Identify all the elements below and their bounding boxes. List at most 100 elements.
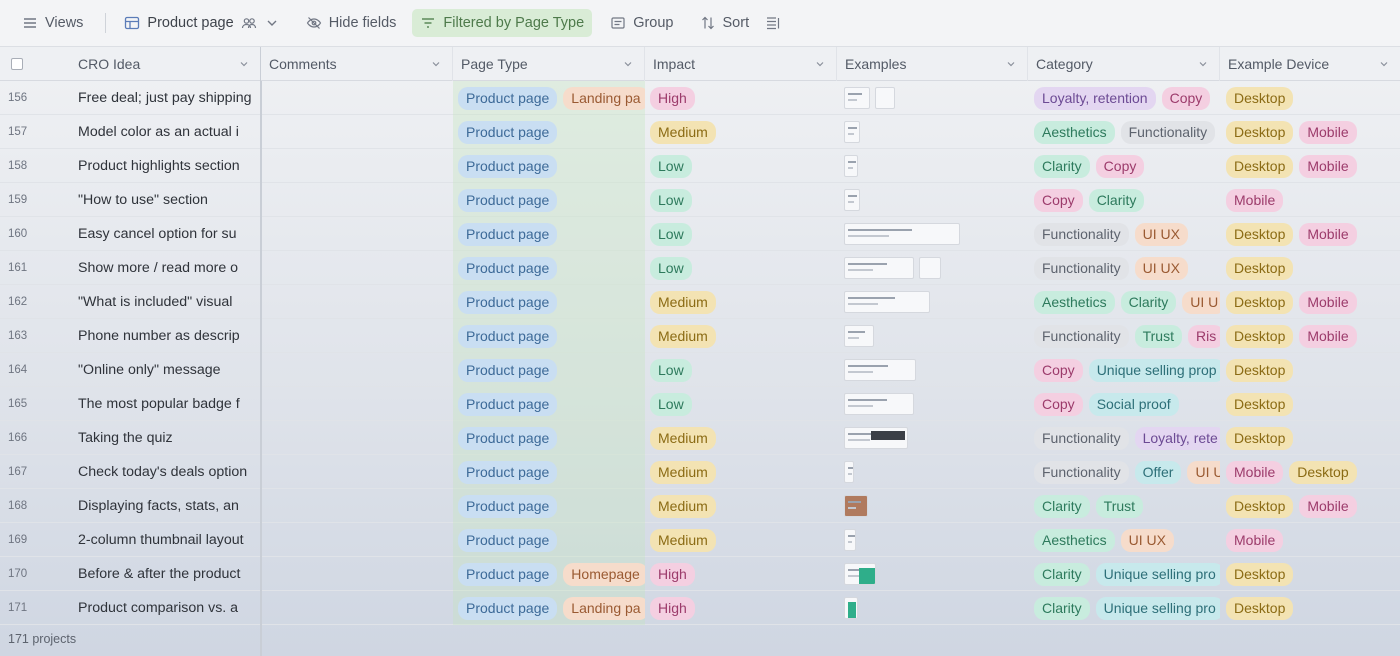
cro-idea-cell[interactable]: Show more / read more o — [70, 251, 261, 285]
example-thumbnail[interactable] — [844, 257, 914, 279]
examples-cell[interactable] — [837, 557, 1028, 591]
column-header-example-device[interactable]: Example Device — [1220, 47, 1400, 81]
page-type-cell[interactable]: Product page — [453, 387, 645, 421]
impact-cell[interactable]: High — [645, 557, 837, 591]
example-device-cell[interactable]: Desktop Mobile — [1220, 489, 1400, 523]
chevron-down-icon[interactable] — [238, 57, 250, 69]
cro-idea-cell[interactable]: Check today's deals option — [70, 455, 261, 489]
examples-cell[interactable] — [837, 591, 1028, 625]
comments-cell[interactable] — [261, 251, 453, 285]
chevron-down-icon[interactable] — [1005, 57, 1017, 69]
column-header-cro-idea[interactable]: CRO Idea — [70, 47, 261, 81]
comments-cell[interactable] — [261, 319, 453, 353]
select-all-checkbox[interactable] — [11, 58, 23, 70]
filter-button[interactable]: Filtered by Page Type — [412, 9, 593, 37]
table-row[interactable]: 160 Easy cancel option for su Product page… — [0, 217, 1400, 251]
category-cell[interactable]: Clarity Unique selling pro — [1028, 591, 1220, 625]
impact-cell[interactable]: Low — [645, 251, 837, 285]
example-device-cell[interactable]: Desktop — [1220, 557, 1400, 591]
comments-cell[interactable] — [261, 149, 453, 183]
category-cell[interactable]: Functionality Offer UI U — [1028, 455, 1220, 489]
examples-cell[interactable] — [837, 421, 1028, 455]
category-cell[interactable]: Functionality UI UX — [1028, 217, 1220, 251]
comments-cell[interactable] — [261, 285, 453, 319]
impact-cell[interactable]: Medium — [645, 523, 837, 557]
impact-cell[interactable]: High — [645, 591, 837, 625]
comments-cell[interactable] — [261, 557, 453, 591]
chevron-down-icon[interactable] — [1378, 57, 1390, 69]
examples-cell[interactable] — [837, 251, 1028, 285]
example-thumbnail[interactable] — [844, 427, 908, 449]
table-row[interactable]: 168 Displaying facts, stats, an Product pa… — [0, 489, 1400, 523]
page-type-cell[interactable]: Product page Landing pa — [453, 591, 645, 625]
page-type-cell[interactable]: Product page Homepage — [453, 557, 645, 591]
example-device-cell[interactable]: Desktop — [1220, 591, 1400, 625]
comments-cell[interactable] — [261, 455, 453, 489]
example-device-cell[interactable]: Desktop Mobile — [1220, 319, 1400, 353]
page-type-cell[interactable]: Product page — [453, 183, 645, 217]
comments-cell[interactable] — [261, 523, 453, 557]
page-type-cell[interactable]: Product page — [453, 489, 645, 523]
cro-idea-cell[interactable]: Before & after the product — [70, 557, 261, 591]
example-thumbnail[interactable] — [875, 87, 895, 109]
examples-cell[interactable] — [837, 285, 1028, 319]
table-row[interactable]: 169 2-column thumbnail layout Product page… — [0, 523, 1400, 557]
example-thumbnail[interactable] — [844, 87, 870, 109]
impact-cell[interactable]: Medium — [645, 285, 837, 319]
page-type-cell[interactable]: Product page — [453, 455, 645, 489]
category-cell[interactable]: Copy Clarity — [1028, 183, 1220, 217]
example-device-cell[interactable]: Mobile Desktop — [1220, 455, 1400, 489]
example-device-cell[interactable]: Desktop — [1220, 251, 1400, 285]
example-thumbnail[interactable] — [844, 393, 914, 415]
impact-cell[interactable]: Medium — [645, 421, 837, 455]
example-thumbnail[interactable] — [844, 155, 858, 177]
column-header-comments[interactable]: Comments — [261, 47, 453, 81]
examples-cell[interactable] — [837, 353, 1028, 387]
select-all-cell[interactable] — [0, 47, 70, 81]
examples-cell[interactable] — [837, 319, 1028, 353]
page-type-cell[interactable]: Product page — [453, 319, 645, 353]
cro-idea-cell[interactable]: Displaying facts, stats, an — [70, 489, 261, 523]
row-height-button[interactable] — [757, 9, 789, 37]
view-switcher[interactable]: Product page — [116, 9, 287, 37]
example-device-cell[interactable]: Mobile — [1220, 523, 1400, 557]
table-row[interactable]: 159 "How to use" section Product page Low Co… — [0, 183, 1400, 217]
category-cell[interactable]: Functionality UI UX — [1028, 251, 1220, 285]
category-cell[interactable]: Clarity Unique selling pro — [1028, 557, 1220, 591]
example-thumbnail[interactable] — [844, 189, 860, 211]
views-button[interactable]: Views — [14, 9, 91, 37]
category-cell[interactable]: Copy Unique selling prop — [1028, 353, 1220, 387]
example-device-cell[interactable]: Mobile — [1220, 183, 1400, 217]
table-row[interactable]: 158 Product highlights section Product pag… — [0, 149, 1400, 183]
examples-cell[interactable] — [837, 183, 1028, 217]
table-row[interactable]: 164 "Online only" message Product page Low C… — [0, 353, 1400, 387]
category-cell[interactable]: Clarity Copy — [1028, 149, 1220, 183]
example-thumbnail[interactable] — [844, 325, 874, 347]
chevron-down-icon[interactable] — [1197, 57, 1209, 69]
examples-cell[interactable] — [837, 523, 1028, 557]
category-cell[interactable]: Clarity Trust — [1028, 489, 1220, 523]
page-type-cell[interactable]: Product page — [453, 217, 645, 251]
impact-cell[interactable]: Medium — [645, 489, 837, 523]
impact-cell[interactable]: Low — [645, 353, 837, 387]
cro-idea-cell[interactable]: The most popular badge f — [70, 387, 261, 421]
comments-cell[interactable] — [261, 489, 453, 523]
example-thumbnail[interactable] — [844, 563, 876, 585]
example-device-cell[interactable]: Desktop — [1220, 353, 1400, 387]
category-cell[interactable]: Aesthetics Functionality — [1028, 115, 1220, 149]
examples-cell[interactable] — [837, 489, 1028, 523]
group-button[interactable]: Group — [602, 9, 681, 37]
examples-cell[interactable] — [837, 149, 1028, 183]
cro-idea-cell[interactable]: 2-column thumbnail layout — [70, 523, 261, 557]
impact-cell[interactable]: Medium — [645, 319, 837, 353]
cro-idea-cell[interactable]: Product comparison vs. a — [70, 591, 261, 625]
category-cell[interactable]: Functionality Trust Ris — [1028, 319, 1220, 353]
example-thumbnail[interactable] — [844, 121, 860, 143]
category-cell[interactable]: Functionality Loyalty, rete — [1028, 421, 1220, 455]
example-thumbnail[interactable] — [844, 291, 930, 313]
column-header-page-type[interactable]: Page Type — [453, 47, 645, 81]
table-row[interactable]: 157 Model color as an actual i Product pag… — [0, 115, 1400, 149]
page-type-cell[interactable]: Product page — [453, 251, 645, 285]
page-type-cell[interactable]: Product page — [453, 285, 645, 319]
impact-cell[interactable]: High — [645, 81, 837, 115]
